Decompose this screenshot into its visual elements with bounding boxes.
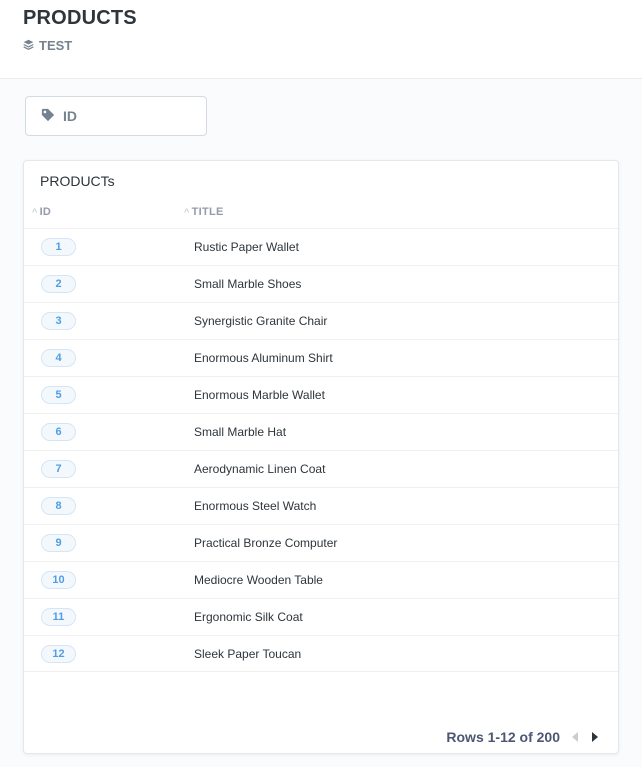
row-title: Rustic Paper Wallet — [194, 240, 299, 254]
pagination: Rows 1-12 of 200 — [446, 729, 602, 745]
table-row: 11 Ergonomic Silk Coat — [24, 598, 618, 635]
row-id-link[interactable]: 1 — [41, 238, 76, 256]
card-title: PRODUCTs — [40, 173, 115, 189]
pagination-text: Rows 1-12 of 200 — [446, 729, 560, 745]
row-title: Enormous Marble Wallet — [194, 388, 325, 402]
row-title: Sleek Paper Toucan — [194, 647, 302, 661]
sort-caret-icon: ^ — [184, 207, 190, 217]
triangle-right-icon[interactable] — [588, 730, 602, 744]
row-title: Small Marble Shoes — [194, 277, 302, 291]
collection-breadcrumb[interactable]: TEST — [23, 38, 72, 53]
page-title: PRODUCTS — [23, 7, 137, 29]
sort-caret-icon: ^ — [32, 207, 38, 217]
tag-icon — [41, 108, 63, 125]
row-id-link[interactable]: 6 — [41, 423, 76, 441]
triangle-left-icon[interactable] — [568, 730, 582, 744]
layers-icon — [23, 38, 39, 53]
row-title: Aerodynamic Linen Coat — [194, 462, 326, 476]
column-header-label: TITLE — [191, 206, 224, 218]
row-id-link[interactable]: 8 — [41, 497, 76, 515]
row-id-link[interactable]: 7 — [41, 460, 76, 478]
row-id-link[interactable]: 5 — [41, 386, 76, 404]
filter-label: ID — [63, 108, 77, 124]
row-id-link[interactable]: 11 — [41, 608, 76, 626]
table-row: 2 Small Marble Shoes — [24, 265, 618, 302]
products-card: PRODUCTs ^ ID ^ TITLE 1 Rustic Paper Wal… — [23, 160, 619, 754]
row-id-link[interactable]: 9 — [41, 534, 76, 552]
row-title: Mediocre Wooden Table — [194, 573, 323, 587]
table-body: 1 Rustic Paper Wallet 2 Small Marble Sho… — [24, 228, 618, 672]
table-row: 8 Enormous Steel Watch — [24, 487, 618, 524]
column-header-title[interactable]: ^ TITLE — [184, 206, 224, 218]
table-row: 3 Synergistic Granite Chair — [24, 302, 618, 339]
row-id-link[interactable]: 2 — [41, 275, 76, 293]
row-title: Practical Bronze Computer — [194, 536, 338, 550]
row-id-link[interactable]: 12 — [41, 645, 76, 663]
table-row: 5 Enormous Marble Wallet — [24, 376, 618, 413]
table-row: 12 Sleek Paper Toucan — [24, 635, 618, 672]
row-id-link[interactable]: 4 — [41, 349, 76, 367]
row-id-link[interactable]: 10 — [41, 571, 76, 589]
row-id-link[interactable]: 3 — [41, 312, 76, 330]
table-row: 4 Enormous Aluminum Shirt — [24, 339, 618, 376]
page-header: PRODUCTS TEST — [0, 0, 642, 79]
table-row: 1 Rustic Paper Wallet — [24, 228, 618, 265]
collection-name: TEST — [39, 38, 73, 53]
table-row: 10 Mediocre Wooden Table — [24, 561, 618, 598]
column-header-label: ID — [39, 206, 52, 218]
table-row: 7 Aerodynamic Linen Coat — [24, 450, 618, 487]
id-filter-widget[interactable]: ID — [25, 96, 207, 136]
row-title: Enormous Aluminum Shirt — [194, 351, 333, 365]
row-title: Enormous Steel Watch — [194, 499, 317, 513]
table-row: 6 Small Marble Hat — [24, 413, 618, 450]
row-title: Ergonomic Silk Coat — [194, 610, 303, 624]
table-row: 9 Practical Bronze Computer — [24, 524, 618, 561]
row-title: Synergistic Granite Chair — [194, 314, 328, 328]
column-header-id[interactable]: ^ ID — [32, 206, 51, 218]
row-title: Small Marble Hat — [194, 425, 287, 439]
